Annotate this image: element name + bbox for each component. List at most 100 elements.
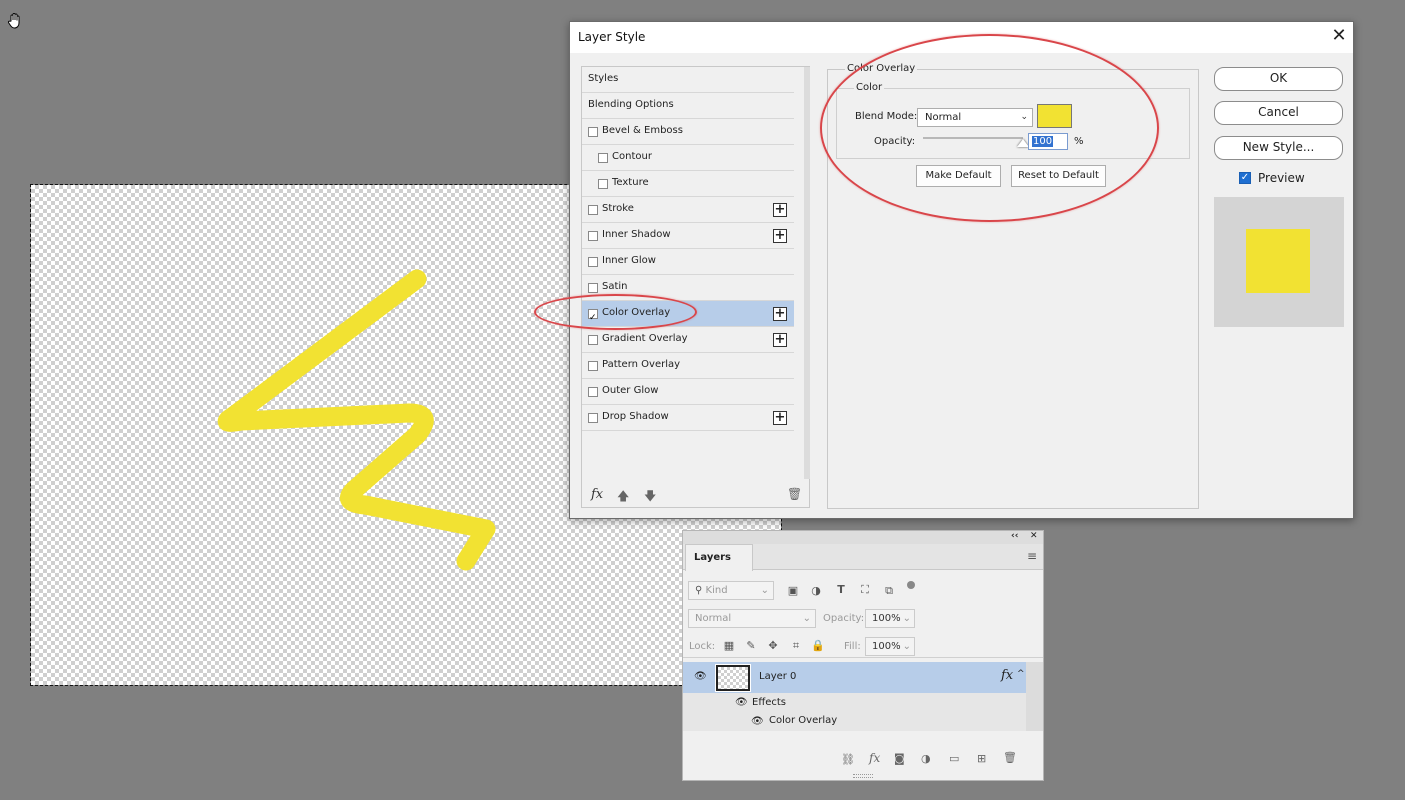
add-instance-icon[interactable]: + <box>773 411 787 425</box>
style-item-gradient-overlay[interactable]: Gradient Overlay + <box>582 327 794 353</box>
add-instance-icon[interactable]: + <box>773 203 787 217</box>
blend-mode-dropdown[interactable]: Normal ⌄ <box>688 609 816 628</box>
add-instance-icon[interactable]: + <box>773 307 787 321</box>
ok-button[interactable]: OK <box>1214 67 1343 91</box>
lock-artboard-icon[interactable]: ⌗ <box>789 639 803 653</box>
style-item-stroke[interactable]: Stroke + <box>582 197 794 223</box>
style-item-label: Drop Shadow <box>602 411 669 422</box>
panel-menu-icon[interactable]: ≡ <box>1027 549 1037 563</box>
dialog-title: Layer Style <box>578 30 646 44</box>
layer-name: Layer 0 <box>759 671 797 682</box>
add-instance-icon[interactable]: + <box>773 229 787 243</box>
layer-opacity-label: Opacity: <box>823 613 865 624</box>
cancel-button[interactable]: Cancel <box>1214 101 1343 125</box>
move-up-icon[interactable]: 🡅 <box>617 487 629 508</box>
layer-thumbnail <box>715 664 751 692</box>
add-mask-icon[interactable]: ◙ <box>894 752 905 765</box>
layers-tabbar: Layers ≡ <box>683 544 1043 571</box>
layer-blend-mode-value: Normal <box>695 613 732 624</box>
filter-type-icon[interactable]: T <box>834 583 848 596</box>
hand-tool-icon <box>7 13 20 29</box>
fx-badge-icon[interactable]: fx <box>1001 668 1013 683</box>
style-checkbox[interactable] <box>588 335 598 345</box>
new-group-icon[interactable]: ▭ <box>949 752 959 765</box>
chevron-down-icon: ⌄ <box>902 641 911 652</box>
fill-value: 100% <box>872 641 901 652</box>
style-item-texture[interactable]: Texture <box>582 171 794 197</box>
style-item-bevel-emboss[interactable]: Bevel & Emboss <box>582 119 794 145</box>
add-instance-icon[interactable]: + <box>773 333 787 347</box>
style-checkbox[interactable] <box>588 257 598 267</box>
effect-eye-icon[interactable]: 👁 <box>751 716 764 727</box>
filter-toggle-icon[interactable] <box>907 581 915 589</box>
filter-shape-icon[interactable]: ⛶ <box>858 583 872 597</box>
style-checkbox[interactable] <box>588 387 598 397</box>
effect-color-overlay[interactable]: Color Overlay <box>769 715 837 726</box>
style-item-label: Pattern Overlay <box>602 359 681 370</box>
style-checkbox[interactable] <box>598 179 608 189</box>
lock-label: Lock: <box>689 641 716 652</box>
lock-position-icon[interactable]: ✥ <box>766 639 780 652</box>
close-icon[interactable]: ✕ <box>1330 27 1348 45</box>
fill-label: Fill: <box>844 641 861 652</box>
style-checkbox[interactable] <box>588 231 598 241</box>
style-item-inner-shadow[interactable]: Inner Shadow + <box>582 223 794 249</box>
link-layers-icon[interactable]: ⛓ <box>841 753 855 766</box>
style-item-blending-options[interactable]: Blending Options <box>582 93 794 119</box>
style-checkbox[interactable] <box>588 205 598 215</box>
search-icon: ⚲ <box>695 585 703 596</box>
move-down-icon[interactable]: 🡇 <box>644 487 656 508</box>
delete-layer-icon[interactable]: 🗑 <box>1003 751 1017 764</box>
style-item-label: Outer Glow <box>602 385 659 396</box>
style-item-styles[interactable]: Styles <box>582 67 794 93</box>
kind-filter-select[interactable]: ⚲ Kind ⌄ <box>688 581 774 600</box>
tab-layers[interactable]: Layers <box>685 544 753 571</box>
filter-adjustment-icon[interactable]: ◑ <box>809 584 823 597</box>
new-layer-icon[interactable]: ⊞ <box>977 752 986 765</box>
style-item-drop-shadow[interactable]: Drop Shadow + <box>582 405 794 431</box>
resize-grip[interactable] <box>853 774 873 778</box>
style-item-contour[interactable]: Contour <box>582 145 794 171</box>
style-item-label: Inner Glow <box>602 255 656 266</box>
chevron-up-icon[interactable]: ^ <box>1017 669 1025 679</box>
style-checkbox[interactable] <box>588 361 598 371</box>
fill-input[interactable]: 100% ⌄ <box>865 637 915 656</box>
lock-all-icon[interactable]: 🔒 <box>811 639 825 652</box>
style-checkbox[interactable] <box>588 283 598 293</box>
layers-scrollbar[interactable] <box>1026 662 1043 731</box>
preview-thumbnail <box>1246 229 1310 293</box>
styles-list-scrollbar[interactable] <box>804 67 810 479</box>
trash-icon[interactable]: 🗑 <box>787 487 802 501</box>
style-item-inner-glow[interactable]: Inner Glow <box>582 249 794 275</box>
style-checkbox[interactable] <box>588 413 598 423</box>
new-style-button[interactable]: New Style... <box>1214 136 1343 160</box>
chevron-down-icon: ⌄ <box>902 613 911 624</box>
fx-icon[interactable]: fx <box>591 487 603 502</box>
panel-close-icon[interactable]: ✕ <box>1030 531 1038 541</box>
preview-checkbox[interactable]: ✓ <box>1239 172 1251 184</box>
visibility-eye-icon[interactable]: 👁 <box>694 671 707 682</box>
style-checkbox[interactable] <box>598 153 608 163</box>
effects-eye-icon[interactable]: 👁 <box>735 697 748 708</box>
style-item-label: Stroke <box>602 203 634 214</box>
filter-smart-object-icon[interactable]: ⧉ <box>882 584 896 598</box>
lock-transparent-icon[interactable]: ▦ <box>722 639 736 652</box>
style-item-label: Gradient Overlay <box>602 333 688 344</box>
style-item-label: Blending Options <box>588 99 674 110</box>
filter-pixel-icon[interactable]: ▣ <box>786 584 800 597</box>
style-item-label: Styles <box>588 73 619 84</box>
lock-image-icon[interactable]: ✎ <box>744 639 758 652</box>
layer-opacity-input[interactable]: 100% ⌄ <box>865 609 915 628</box>
style-item-outer-glow[interactable]: Outer Glow <box>582 379 794 405</box>
style-item-label: Bevel & Emboss <box>602 125 683 136</box>
style-checkbox[interactable] <box>588 127 598 137</box>
chevron-down-icon: ⌄ <box>802 613 811 624</box>
style-item-pattern-overlay[interactable]: Pattern Overlay <box>582 353 794 379</box>
new-adjustment-icon[interactable]: ◑ <box>921 752 931 765</box>
style-preview <box>1214 197 1344 327</box>
add-style-icon[interactable]: fx <box>869 751 880 765</box>
layer-row-layer-0[interactable]: 👁 Layer 0 fx ^ <box>683 662 1026 693</box>
collapse-icon[interactable]: ‹‹ <box>1011 531 1018 541</box>
effects-label: Effects <box>752 697 786 708</box>
chevron-down-icon: ⌄ <box>760 585 769 596</box>
